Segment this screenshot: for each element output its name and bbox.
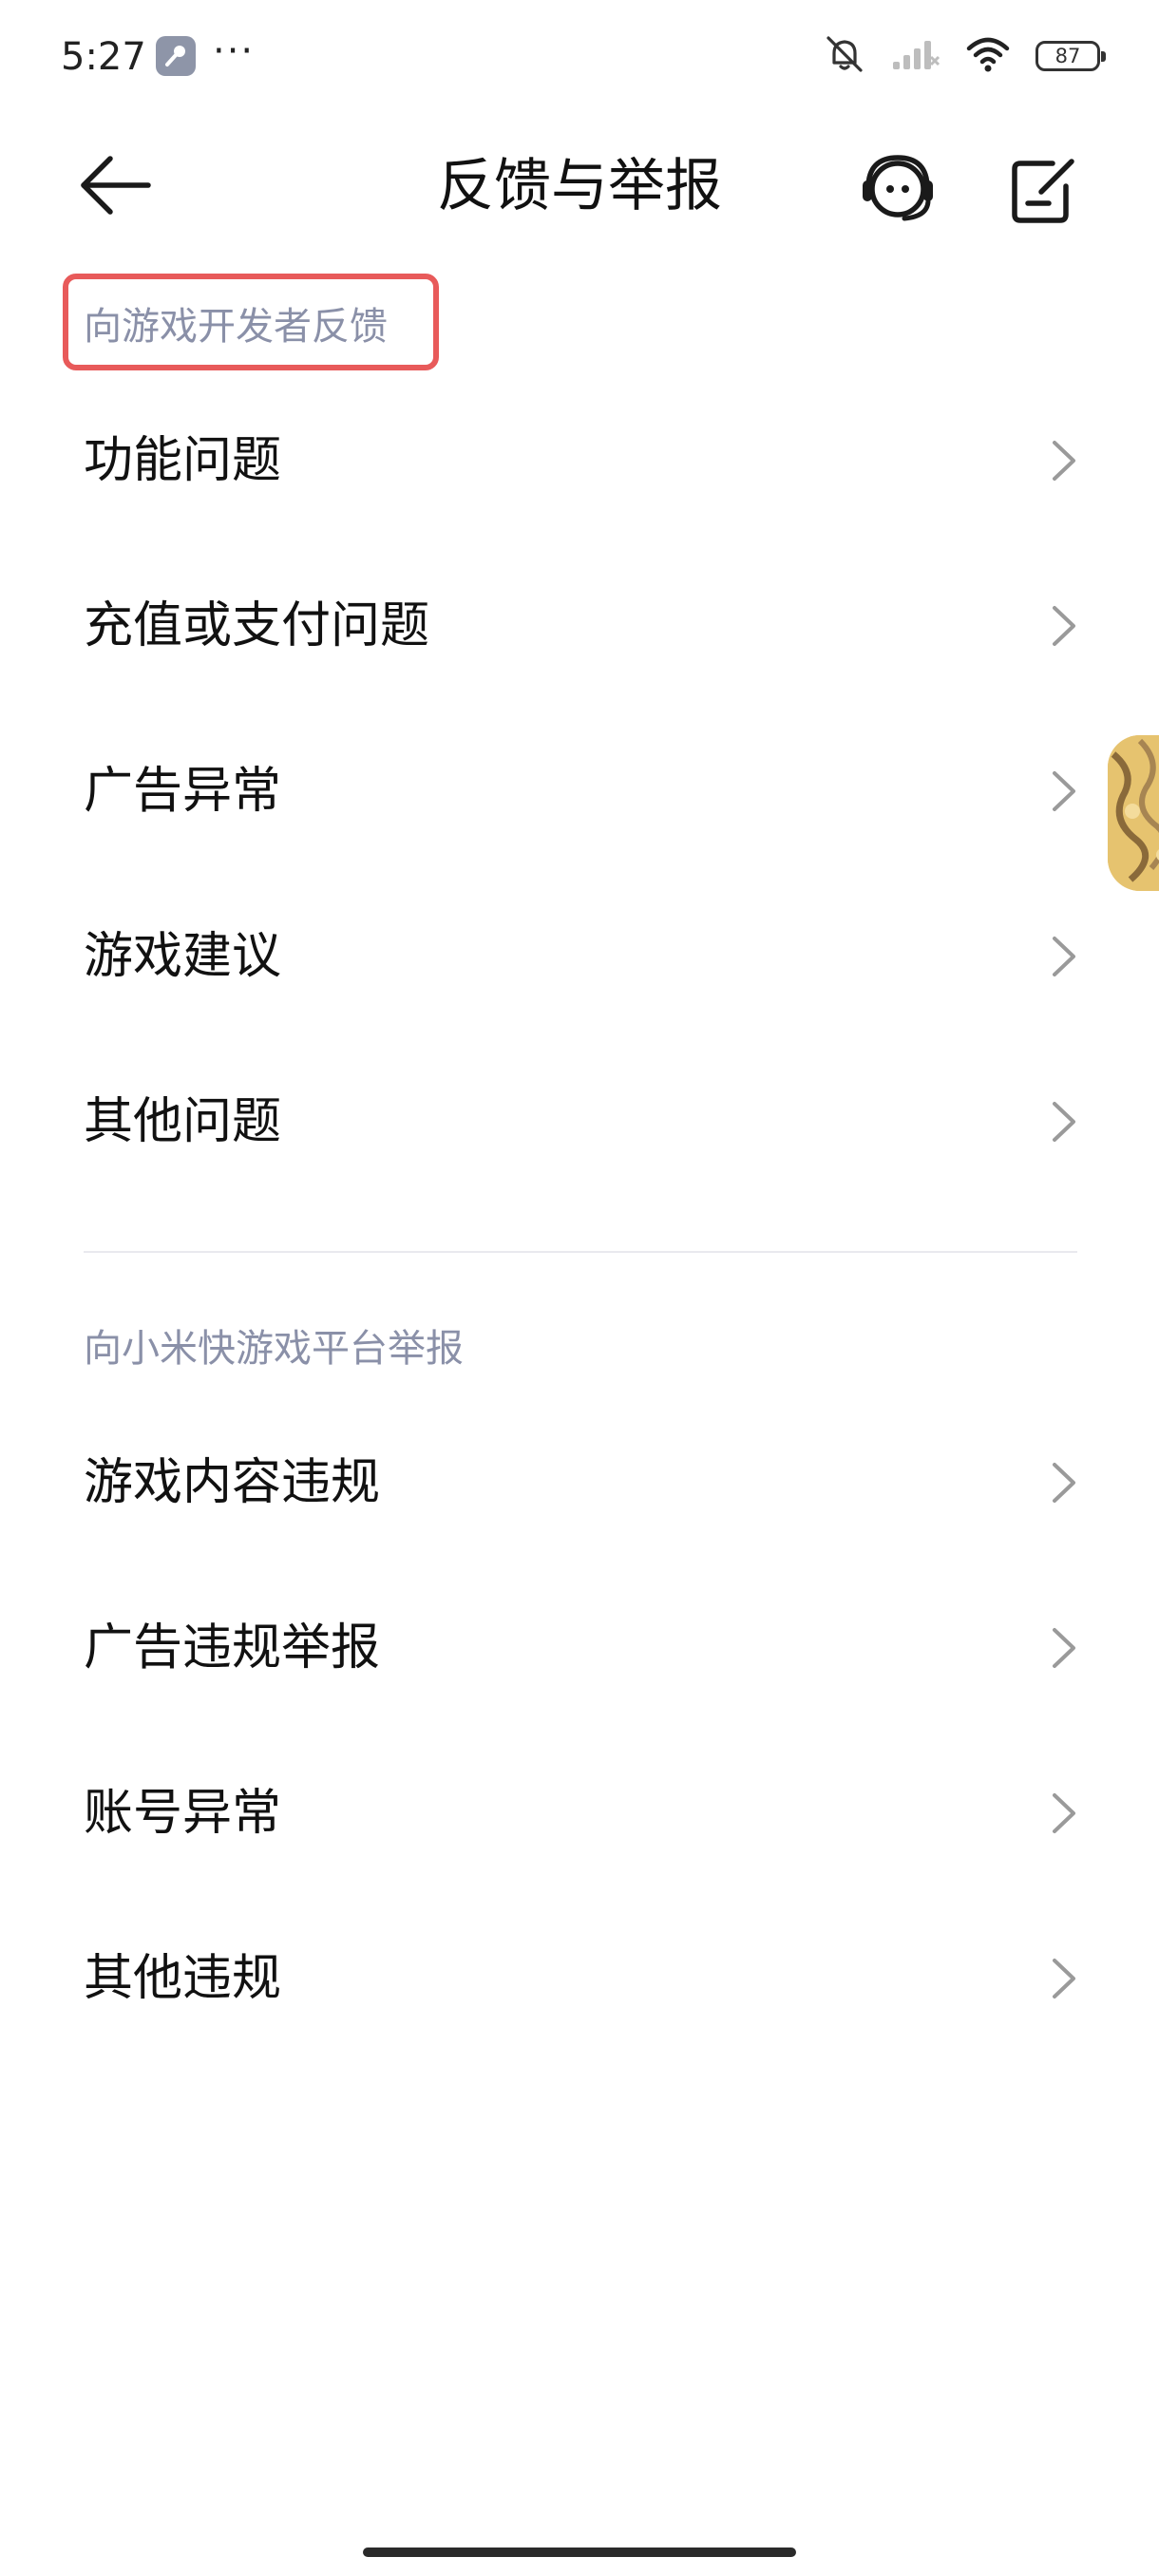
list-item-label: 账号异常 — [84, 1785, 282, 1842]
status-bar: 5:27 ··· 87 — [0, 0, 1159, 114]
list-item-other-issue[interactable]: 其他问题 — [0, 1039, 1159, 1204]
list-item-payment-issue[interactable]: 充值或支付问题 — [0, 543, 1159, 709]
list-item-label: 其他违规 — [84, 1950, 282, 2007]
chevron-right-icon — [1053, 606, 1075, 646]
section-title-platform-report: 向小米快游戏平台举报 — [84, 1327, 464, 1371]
list-item-account-abnormal[interactable]: 账号异常 — [0, 1731, 1159, 1896]
list-item-content-violation[interactable]: 游戏内容违规 — [0, 1400, 1159, 1565]
status-more-indicator: ··· — [213, 29, 256, 73]
list-item-feature-issue[interactable]: 功能问题 — [0, 378, 1159, 543]
header: 反馈与举报 — [0, 123, 1159, 247]
list-item-game-suggestion[interactable]: 游戏建议 — [0, 874, 1159, 1039]
customer-service-button[interactable] — [855, 144, 940, 230]
chevron-right-icon — [1053, 1463, 1075, 1503]
status-right-icons: 87 — [823, 32, 1106, 80]
list-item-label: 游戏建议 — [84, 928, 282, 985]
mute-icon — [823, 32, 866, 80]
edit-icon — [1012, 159, 1074, 223]
list-item-ad-violation-report[interactable]: 广告违规举报 — [0, 1565, 1159, 1731]
game-thumbnail-icon — [1108, 735, 1159, 891]
key-app-icon — [156, 36, 196, 76]
list-item-label: 广告违规举报 — [84, 1619, 381, 1676]
list-item-label: 广告异常 — [84, 763, 282, 820]
list-item-ad-abnormal[interactable]: 广告异常 — [0, 709, 1159, 874]
wifi-icon — [965, 35, 1011, 77]
list-item-label: 游戏内容违规 — [84, 1454, 381, 1511]
chevron-right-icon — [1053, 1628, 1075, 1668]
battery-level: 87 — [1054, 45, 1081, 67]
list-item-label: 功能问题 — [84, 432, 282, 489]
page-title: 反馈与举报 — [437, 153, 722, 219]
highlight-box — [63, 274, 439, 370]
list-item-label: 其他问题 — [84, 1093, 282, 1150]
home-indicator[interactable] — [363, 2548, 796, 2557]
floating-game-bubble[interactable] — [1108, 735, 1159, 891]
chevron-right-icon — [1053, 1793, 1075, 1833]
customer-service-icon — [863, 155, 933, 221]
battery-icon: 87 — [1036, 41, 1106, 71]
chevron-right-icon — [1053, 937, 1075, 976]
signal-icon — [891, 36, 940, 76]
status-time: 5:27 — [61, 35, 146, 79]
chevron-right-icon — [1053, 441, 1075, 481]
list-item-label: 充值或支付问题 — [84, 597, 430, 654]
chevron-right-icon — [1053, 1102, 1075, 1142]
section-divider — [84, 1251, 1077, 1253]
list-item-other-violation[interactable]: 其他违规 — [0, 1896, 1159, 2061]
chevron-right-icon — [1053, 771, 1075, 811]
edit-feedback-button[interactable] — [999, 144, 1085, 230]
chevron-right-icon — [1053, 1959, 1075, 1998]
